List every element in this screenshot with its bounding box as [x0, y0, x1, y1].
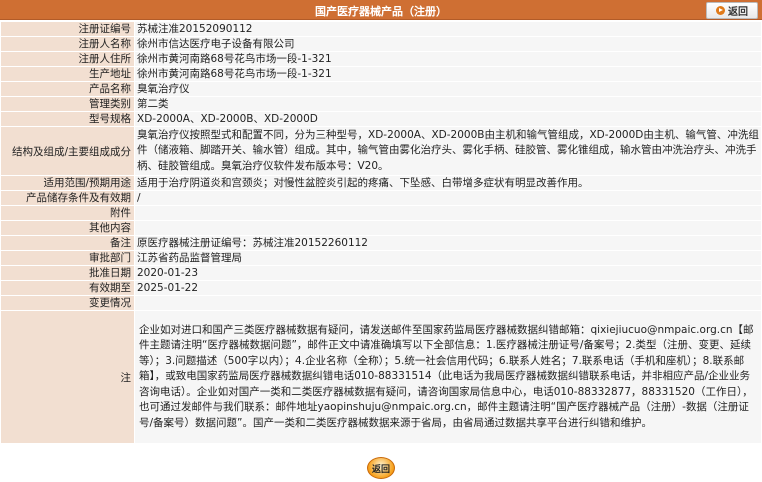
- field-label: 变更情况: [0, 295, 135, 311]
- field-label: 有效期至: [0, 280, 135, 296]
- table-row: 其他内容: [0, 220, 762, 236]
- field-value: 臭氧治疗仪按照型式和配置不同，分为三种型号，XD-2000A、XD-2000B由…: [134, 126, 762, 176]
- field-label: 批准日期: [0, 265, 135, 281]
- field-value: 苏械注准20152090112: [134, 21, 762, 37]
- field-label: 型号规格: [0, 111, 135, 127]
- field-value: 适用于治疗阴道炎和宫颈炎；对慢性盆腔炎引起的疼痛、下坠感、白带增多症状有明显改善…: [134, 175, 762, 191]
- table-row: 结构及组成/主要组成成分 臭氧治疗仪按照型式和配置不同，分为三种型号，XD-200…: [0, 126, 762, 176]
- detail-table: 注册证编号 苏械注准20152090112 注册人名称 徐州市信达医疗电子设备有限公司…: [0, 21, 762, 444]
- table-row: 注册人名称 徐州市信达医疗电子设备有限公司: [0, 36, 762, 52]
- field-value: XD-2000A、XD-2000B、XD-2000D: [134, 111, 762, 127]
- field-value: 江苏省药品监督管理局: [134, 250, 762, 266]
- back-button[interactable]: 返回: [706, 2, 758, 19]
- back-button-label: 返回: [728, 7, 748, 18]
- back-round-button-label: 返回: [371, 464, 390, 475]
- field-value: [134, 295, 762, 311]
- field-label: 适用范围/预期用途: [0, 175, 135, 191]
- field-label: 管理类别: [0, 96, 135, 112]
- field-label: 产品名称: [0, 81, 135, 97]
- field-value: 2025-01-22: [134, 280, 762, 296]
- title-bar: 国产医疗器械产品（注册） 返回: [0, 0, 762, 20]
- field-value: 臭氧治疗仪: [134, 81, 762, 97]
- field-label: 产品储存条件及有效期: [0, 190, 135, 206]
- note-row: 注企业如对进口和国产三类医疗器械数据有疑问，请发送邮件至国家药监局医疗器械数据纠…: [0, 310, 762, 444]
- table-row: 备注 原医疗器械注册证编号：苏械注准20152260112: [0, 235, 762, 251]
- note-text: 企业如对进口和国产三类医疗器械数据有疑问，请发送邮件至国家药监局医疗器械数据纠错…: [134, 310, 762, 444]
- field-label: 注册人住所: [0, 51, 135, 67]
- field-label: 生产地址: [0, 66, 135, 82]
- field-label: 注册人名称: [0, 36, 135, 52]
- back-round-button[interactable]: 返回: [367, 457, 395, 479]
- field-label: 其他内容: [0, 220, 135, 236]
- table-row: 管理类别 第二类: [0, 96, 762, 112]
- table-row: 审批部门 江苏省药品监督管理局: [0, 250, 762, 266]
- field-value: 原医疗器械注册证编号：苏械注准20152260112: [134, 235, 762, 251]
- table-row: 注册人住所 徐州市黄河南路68号花鸟市场一段-1-321: [0, 51, 762, 67]
- arrow-right-icon: [716, 6, 725, 15]
- note-label: 注: [0, 310, 135, 444]
- table-row: 注册证编号 苏械注准20152090112: [0, 21, 762, 37]
- field-value: 徐州市黄河南路68号花鸟市场一段-1-321: [134, 51, 762, 67]
- table-row: 产品储存条件及有效期 /: [0, 190, 762, 206]
- field-label: 注册证编号: [0, 21, 135, 37]
- table-row: 变更情况: [0, 295, 762, 311]
- table-row: 附件: [0, 205, 762, 221]
- field-label: 审批部门: [0, 250, 135, 266]
- field-value: 2020-01-23: [134, 265, 762, 281]
- field-value: 第二类: [134, 96, 762, 112]
- footer: 返回: [0, 457, 762, 479]
- page-title: 国产医疗器械产品（注册）: [315, 5, 447, 18]
- field-value: [134, 205, 762, 221]
- field-value: 徐州市信达医疗电子设备有限公司: [134, 36, 762, 52]
- field-value: [134, 220, 762, 236]
- table-row: 批准日期 2020-01-23: [0, 265, 762, 281]
- table-row: 产品名称 臭氧治疗仪: [0, 81, 762, 97]
- table-row: 生产地址 徐州市黄河南路68号花鸟市场一段-1-321: [0, 66, 762, 82]
- table-row: 适用范围/预期用途 适用于治疗阴道炎和宫颈炎；对慢性盆腔炎引起的疼痛、下坠感、白带…: [0, 175, 762, 191]
- field-label: 附件: [0, 205, 135, 221]
- field-label: 备注: [0, 235, 135, 251]
- field-value: 徐州市黄河南路68号花鸟市场一段-1-321: [134, 66, 762, 82]
- table-row: 型号规格 XD-2000A、XD-2000B、XD-2000D: [0, 111, 762, 127]
- table-row: 有效期至 2025-01-22: [0, 280, 762, 296]
- field-label: 结构及组成/主要组成成分: [0, 126, 135, 176]
- field-value: /: [134, 190, 762, 206]
